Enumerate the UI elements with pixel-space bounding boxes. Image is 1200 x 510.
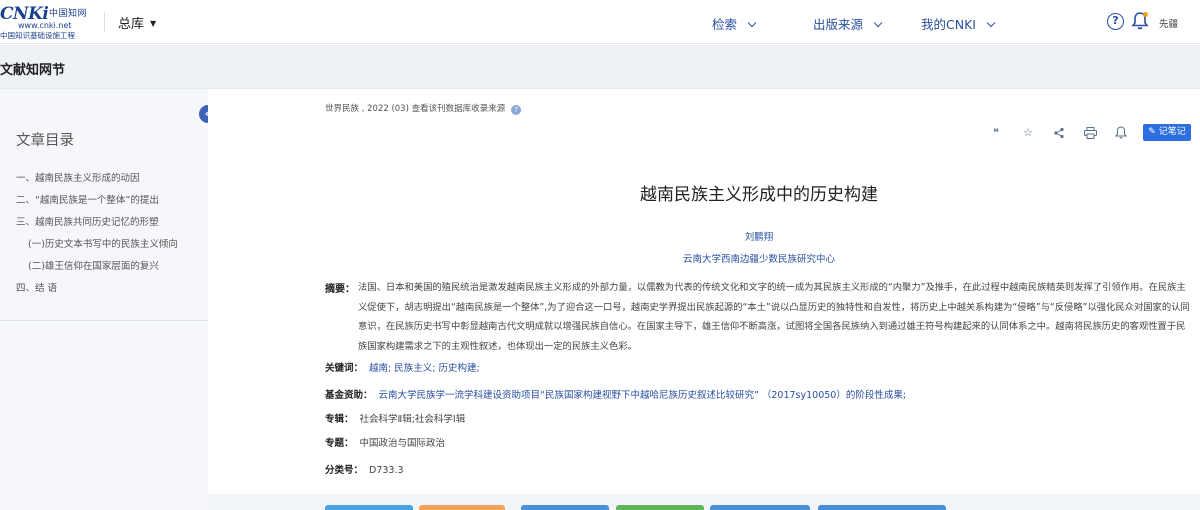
toc-item[interactable]: 一、越南民族主义形成的动因 <box>16 170 140 184</box>
download-button[interactable] <box>521 505 609 510</box>
toc-item[interactable]: (二)雄王信仰在国家层面的复兴 <box>28 258 159 272</box>
help-icon[interactable]: ? <box>1107 13 1124 30</box>
section-title: 文献知网节 <box>0 63 66 78</box>
header-divider <box>104 12 105 32</box>
nav-my-cnki-label: 我的CNKI <box>921 17 976 32</box>
bell-icon[interactable] <box>1113 125 1129 141</box>
chevron-down-icon <box>747 18 757 28</box>
user-name[interactable]: 先疆 <box>1159 16 1200 30</box>
section-bar: 文献知网节 <box>0 45 1200 89</box>
take-notes-label: 记笔记 <box>1158 127 1186 137</box>
print-icon[interactable] <box>1082 125 1098 141</box>
download-button[interactable] <box>710 505 810 510</box>
keywords-value[interactable]: 越南; 民族主义; 历史构建; <box>369 363 480 374</box>
take-notes-button[interactable]: ✎ 记笔记 <box>1143 124 1191 141</box>
toc-title: 文章目录 <box>16 133 74 149</box>
classification-value: D733.3 <box>369 465 404 476</box>
nav-search[interactable]: 检索 <box>712 14 757 33</box>
share-icon[interactable] <box>1051 125 1067 141</box>
topic-value: 中国政治与国际政治 <box>359 438 446 449</box>
download-button[interactable] <box>419 505 505 510</box>
download-button[interactable] <box>325 505 413 510</box>
classification-row: 分类号： D733.3 <box>325 462 404 476</box>
funding-value[interactable]: 云南大学民族学一流学科建设资助项目“民族国家构建视野下中越哈尼族历史叙述比较研究… <box>379 390 907 401</box>
article-main: 世界民族 , 2022 (03) 查看该刊数据库收录来源? ❝ ☆ ✎ 记笔记 … <box>208 89 1200 510</box>
affiliation-link[interactable]: 云南大学西南边疆少数民族研究中心 <box>208 251 1200 265</box>
topic-label: 专题： <box>325 438 354 449</box>
question-icon[interactable]: ? <box>511 105 522 115</box>
star-icon[interactable]: ☆ <box>1020 125 1036 141</box>
article-title: 越南民族主义形成中的历史构建 <box>640 185 878 205</box>
download-button[interactable] <box>616 505 704 510</box>
series-label: 专辑： <box>325 414 354 425</box>
source-line-text: 世界民族 , 2022 (03) 查看该刊数据库收录来源 <box>325 104 506 114</box>
keywords-label: 关键词： <box>325 363 364 374</box>
toc-item[interactable]: (一)历史文本书写中的民族主义倾向 <box>28 236 178 250</box>
nav-publication-source[interactable]: 出版来源 <box>813 14 883 33</box>
nav-search-label: 检索 <box>712 17 738 32</box>
funding-label: 基金资助： <box>325 390 373 401</box>
series-value: 社会科学Ⅱ辑;社会科学Ⅰ辑 <box>359 414 466 425</box>
nav-my-cnki[interactable]: 我的CNKI <box>921 14 996 33</box>
toc-item[interactable]: 二、“越南民族是一个整体”的提出 <box>16 192 159 206</box>
source-line[interactable]: 世界民族 , 2022 (03) 查看该刊数据库收录来源? <box>325 102 522 115</box>
author-link[interactable]: 刘鹏翔 <box>208 229 1200 243</box>
quote-icon[interactable]: ❝ <box>988 125 1004 141</box>
download-button[interactable] <box>818 505 946 510</box>
toc-sidebar: 文章目录 一、越南民族主义形成的动因 二、“越南民族是一个整体”的提出 三、越南… <box>0 89 208 510</box>
series-row: 专辑： 社会科学Ⅱ辑;社会科学Ⅰ辑 <box>325 411 465 425</box>
keywords-row: 关键词： 越南; 民族主义; 历史构建; <box>325 360 480 374</box>
library-dropdown[interactable]: 总库 ▼ <box>118 13 156 32</box>
library-label: 总库 <box>118 17 145 32</box>
toc-item[interactable]: 四、结 语 <box>16 280 57 294</box>
edit-icon: ✎ <box>1148 127 1156 137</box>
notification-bell-icon[interactable] <box>1131 11 1149 31</box>
top-header: CNKi 中国知网 www.cnki.net 中国知识基础设施工程 总库 ▼ 检索… <box>0 0 1200 44</box>
cnki-logo[interactable]: CNKi 中国知网 www.cnki.net 中国知识基础设施工程 <box>0 4 96 40</box>
logo-cn: 中国知网 <box>49 9 88 19</box>
chevron-down-icon <box>873 18 883 28</box>
abstract-label: 摘要： <box>325 284 355 295</box>
caret-down-icon: ▼ <box>150 19 157 28</box>
topic-row: 专题： 中国政治与国际政治 <box>325 435 445 449</box>
funding-row: 基金资助： 云南大学民族学一流学科建设资助项目“民族国家构建视野下中越哈尼族历史叙… <box>325 387 906 401</box>
toc-panel: 文章目录 一、越南民族主义形成的动因 二、“越南民族是一个整体”的提出 三、越南… <box>0 89 208 321</box>
toc-item[interactable]: 三、越南民族共同历史记忆的形塑 <box>16 214 159 228</box>
logo-url: www.cnki.net <box>18 21 72 30</box>
abstract-text: 法国、日本和美国的殖民统治是激发越南民族主义形成的外部力量，以儒教为代表的传统文… <box>358 282 1190 352</box>
chevron-down-icon <box>986 18 996 28</box>
logo-subtitle: 中国知识基础设施工程 <box>0 31 75 40</box>
classification-label: 分类号： <box>325 465 364 476</box>
nav-publication-source-label: 出版来源 <box>813 17 864 32</box>
